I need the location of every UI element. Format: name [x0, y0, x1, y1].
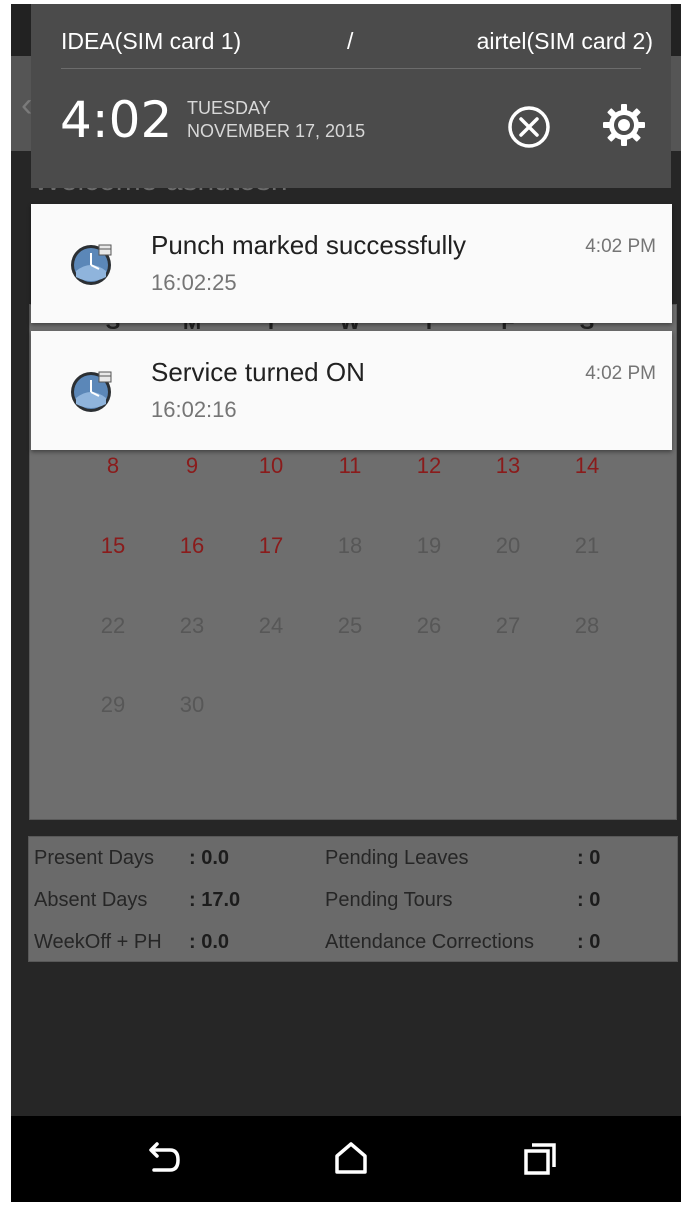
absent-days-label: Absent Days: [34, 889, 148, 911]
weekoff-label: WeekOff + PH: [34, 931, 162, 953]
notification-punch[interactable]: Punch marked successfully 16:02:25 4:02 …: [31, 204, 672, 323]
pending-tours-value: : 0: [577, 889, 601, 911]
gear-icon[interactable]: [601, 102, 647, 148]
notification-time: 4:02 PM: [585, 236, 656, 257]
close-circle-icon[interactable]: [506, 104, 552, 150]
calendar-day[interactable]: 27: [483, 613, 533, 639]
summary-row: WeekOff + PH : 0.0 Attendance Correction…: [29, 931, 677, 973]
summary-row: Absent Days : 17.0 Pending Tours : 0: [29, 889, 677, 931]
carrier-separator: /: [347, 28, 354, 54]
attendance-corrections-label: Attendance Corrections: [325, 931, 535, 953]
calendar-day[interactable]: 9: [167, 453, 217, 479]
attendance-app-icon: [71, 371, 112, 412]
attendance-app-icon: [71, 244, 112, 285]
present-days-value: : 0.0: [189, 847, 230, 869]
calendar-day[interactable]: 12: [404, 453, 454, 479]
back-icon[interactable]: [140, 1136, 186, 1182]
weekoff-value: : 0.0: [189, 931, 230, 953]
weekday: TUESDAY: [187, 98, 271, 118]
absent-days-value: : 17.0: [189, 889, 241, 911]
notification-subtitle: 16:02:25: [151, 270, 237, 295]
calendar-day[interactable]: 23: [167, 613, 217, 639]
notification-shade-header: IDEA(SIM card 1) / airtel(SIM card 2) 4:…: [31, 4, 671, 188]
sim1-carrier: IDEA(SIM card 1): [61, 28, 242, 54]
calendar-day[interactable]: 24: [246, 613, 296, 639]
calendar-day[interactable]: 29: [88, 692, 138, 718]
recents-icon[interactable]: [517, 1136, 563, 1182]
calendar-day[interactable]: 16: [167, 533, 217, 559]
pending-leaves-value: : 0: [577, 847, 601, 869]
date[interactable]: NOVEMBER 17, 2015: [187, 121, 365, 142]
calendar-day[interactable]: 25: [325, 613, 375, 639]
pending-leaves-label: Pending Leaves: [325, 847, 469, 869]
phone-screen: ‹ Welcome ashutosh S M T W T F S 8 9 10 …: [11, 4, 681, 1202]
calendar-day[interactable]: 15: [88, 533, 138, 559]
calendar-day[interactable]: 10: [246, 453, 296, 479]
calendar-day[interactable]: 21: [562, 533, 612, 559]
navigation-bar: [11, 1116, 681, 1202]
header-divider: [61, 68, 641, 69]
calendar-day[interactable]: 11: [325, 453, 375, 479]
calendar-day[interactable]: 26: [404, 613, 454, 639]
calendar-day[interactable]: 18: [325, 533, 375, 559]
notification-title: Service turned ON: [151, 357, 365, 387]
summary-row: Present Days : 0.0 Pending Leaves : 0: [29, 847, 677, 889]
notification-time: 4:02 PM: [585, 363, 656, 384]
calendar-day[interactable]: 17: [246, 533, 296, 559]
calendar-day[interactable]: 28: [562, 613, 612, 639]
notification-subtitle: 16:02:16: [151, 397, 237, 422]
calendar-day[interactable]: 8: [88, 453, 138, 479]
calendar-day[interactable]: 19: [404, 533, 454, 559]
attendance-corrections-value: : 0: [577, 931, 601, 953]
pending-tours-label: Pending Tours: [325, 889, 453, 911]
clock[interactable]: 4:02: [60, 94, 172, 146]
attendance-summary: Present Days : 0.0 Pending Leaves : 0 Ab…: [28, 836, 678, 962]
notification-service[interactable]: Service turned ON 16:02:16 4:02 PM: [31, 331, 672, 450]
calendar-day[interactable]: 30: [167, 692, 217, 718]
present-days-label: Present Days: [34, 847, 155, 869]
sim2-carrier: airtel(SIM card 2): [476, 28, 653, 54]
calendar-day[interactable]: 20: [483, 533, 533, 559]
calendar-day[interactable]: 14: [562, 453, 612, 479]
notification-title: Punch marked successfully: [151, 230, 467, 260]
calendar-day[interactable]: 22: [88, 613, 138, 639]
calendar-day[interactable]: 13: [483, 453, 533, 479]
home-icon[interactable]: [328, 1136, 374, 1182]
